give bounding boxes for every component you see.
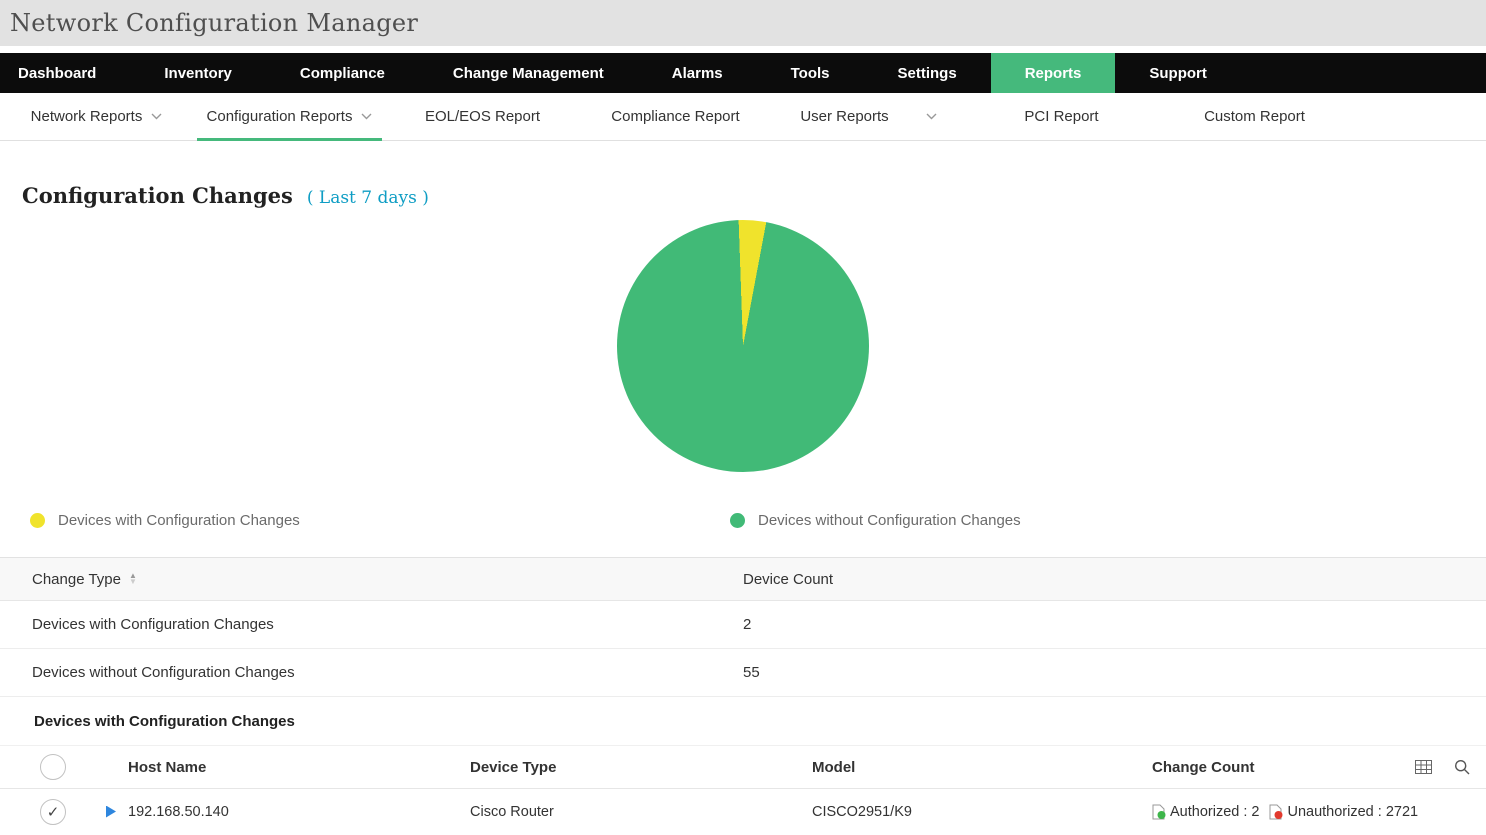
subnav-label: User Reports — [800, 108, 888, 125]
top-bar: Network Configuration Manager — [0, 0, 1486, 46]
chevron-down-icon — [151, 113, 162, 120]
legend-label: Devices without Configuration Changes — [758, 512, 1021, 529]
search-icon[interactable] — [1454, 759, 1470, 775]
legend-item-with-changes: Devices with Configuration Changes — [30, 512, 730, 529]
nav-item-dashboard[interactable]: Dashboard — [0, 53, 130, 93]
subnav-item-custom-report[interactable]: Custom Report — [1158, 93, 1351, 140]
column-header-change-count: Change Count — [1152, 759, 1486, 776]
nav-item-tools[interactable]: Tools — [757, 53, 864, 93]
devices-table-header: Host Name Device Type Model Change Count — [0, 745, 1486, 789]
grid-view-icon[interactable] — [1415, 760, 1432, 774]
table-row: Devices with Configuration Changes 2 — [0, 601, 1486, 649]
subnav-label: PCI Report — [1024, 108, 1098, 125]
column-header-host-name: Host Name — [100, 759, 470, 776]
device-count-cell: 55 — [743, 664, 1486, 681]
change-count-cell: Authorized : 2 Unauthorized : 2721 — [1152, 804, 1486, 820]
page-title-row: Configuration Changes ( Last 7 days ) — [22, 183, 1486, 208]
subnav-label: EOL/EOS Report — [425, 108, 540, 125]
row-checkbox-checked[interactable]: ✓ — [40, 799, 66, 825]
change-type-table: Change Type ▲▼ Device Count Devices with… — [0, 557, 1486, 697]
model-cell: CISCO2951/K9 — [812, 804, 1152, 820]
sort-arrows-icon[interactable]: ▲▼ — [129, 573, 137, 585]
chevron-down-icon — [926, 113, 937, 120]
nav-item-compliance[interactable]: Compliance — [266, 53, 419, 93]
change-type-cell: Devices without Configuration Changes — [0, 664, 743, 681]
table-row: ✓ 192.168.50.140 Cisco Router CISCO2951/… — [0, 789, 1486, 834]
authorized-count: Authorized : 2 — [1152, 804, 1259, 820]
authorized-icon — [1152, 804, 1166, 820]
app-title: Network Configuration Manager — [10, 9, 418, 37]
change-type-cell: Devices with Configuration Changes — [0, 616, 743, 633]
unauthorized-label: Unauthorized : 2721 — [1287, 804, 1418, 820]
subnav-item-compliance-report[interactable]: Compliance Report — [579, 93, 772, 140]
legend-dot-yellow — [30, 513, 45, 528]
column-header-device-count: Device Count — [743, 571, 1486, 588]
subnav-label: Configuration Reports — [207, 108, 353, 125]
column-label: Change Count — [1152, 759, 1255, 776]
nav-item-alarms[interactable]: Alarms — [638, 53, 757, 93]
host-name-cell: 192.168.50.140 — [100, 804, 470, 820]
chart-legend: Devices with Configuration Changes Devic… — [0, 512, 1486, 529]
subnav-label: Compliance Report — [611, 108, 739, 125]
subnav-item-pci-report[interactable]: PCI Report — [965, 93, 1158, 140]
column-header-model: Model — [812, 759, 1152, 776]
authorized-label: Authorized : 2 — [1170, 804, 1259, 820]
column-label: Change Type — [32, 571, 121, 588]
row-select-cell: ✓ — [0, 799, 100, 825]
nav-item-reports[interactable]: Reports — [991, 53, 1116, 93]
subnav-label: Custom Report — [1204, 108, 1305, 125]
nav-item-inventory[interactable]: Inventory — [130, 53, 266, 93]
page-subtitle: ( Last 7 days ) — [307, 188, 429, 208]
main-nav: Dashboard Inventory Compliance Change Ma… — [0, 53, 1486, 93]
check-icon: ✓ — [47, 803, 60, 821]
legend-dot-green — [730, 513, 745, 528]
unauthorized-count: Unauthorized : 2721 — [1269, 804, 1418, 820]
expand-row-icon[interactable] — [106, 806, 116, 818]
nav-item-support[interactable]: Support — [1115, 53, 1241, 93]
active-tab-underline — [197, 138, 382, 141]
pie-chart — [617, 220, 869, 472]
column-header-change-type[interactable]: Change Type ▲▼ — [0, 571, 743, 588]
select-all-checkbox[interactable] — [40, 754, 66, 780]
device-type-cell: Cisco Router — [470, 804, 812, 820]
legend-label: Devices with Configuration Changes — [58, 512, 300, 529]
host-name[interactable]: 192.168.50.140 — [128, 804, 229, 820]
table-row: Devices without Configuration Changes 55 — [0, 649, 1486, 697]
devices-section-title: Devices with Configuration Changes — [0, 697, 1486, 745]
column-header-device-type: Device Type — [470, 759, 812, 776]
subnav-item-network-reports[interactable]: Network Reports — [0, 93, 193, 140]
table-tools — [1415, 759, 1486, 775]
device-count-cell: 2 — [743, 616, 1486, 633]
subnav-label: Network Reports — [31, 108, 143, 125]
nav-item-settings[interactable]: Settings — [864, 53, 991, 93]
reports-subnav: Network Reports Configuration Reports EO… — [0, 93, 1486, 141]
subnav-item-user-reports[interactable]: User Reports — [772, 93, 965, 140]
page-title: Configuration Changes — [22, 183, 293, 208]
unauthorized-icon — [1269, 804, 1283, 820]
legend-item-without-changes: Devices without Configuration Changes — [730, 512, 1021, 529]
select-all-cell — [0, 754, 100, 780]
top-gap — [0, 46, 1486, 53]
chevron-down-icon — [361, 113, 372, 120]
change-type-table-header: Change Type ▲▼ Device Count — [0, 557, 1486, 601]
nav-item-change-management[interactable]: Change Management — [419, 53, 638, 93]
subnav-item-eol-eos-report[interactable]: EOL/EOS Report — [386, 93, 579, 140]
subnav-item-configuration-reports[interactable]: Configuration Reports — [193, 93, 386, 140]
